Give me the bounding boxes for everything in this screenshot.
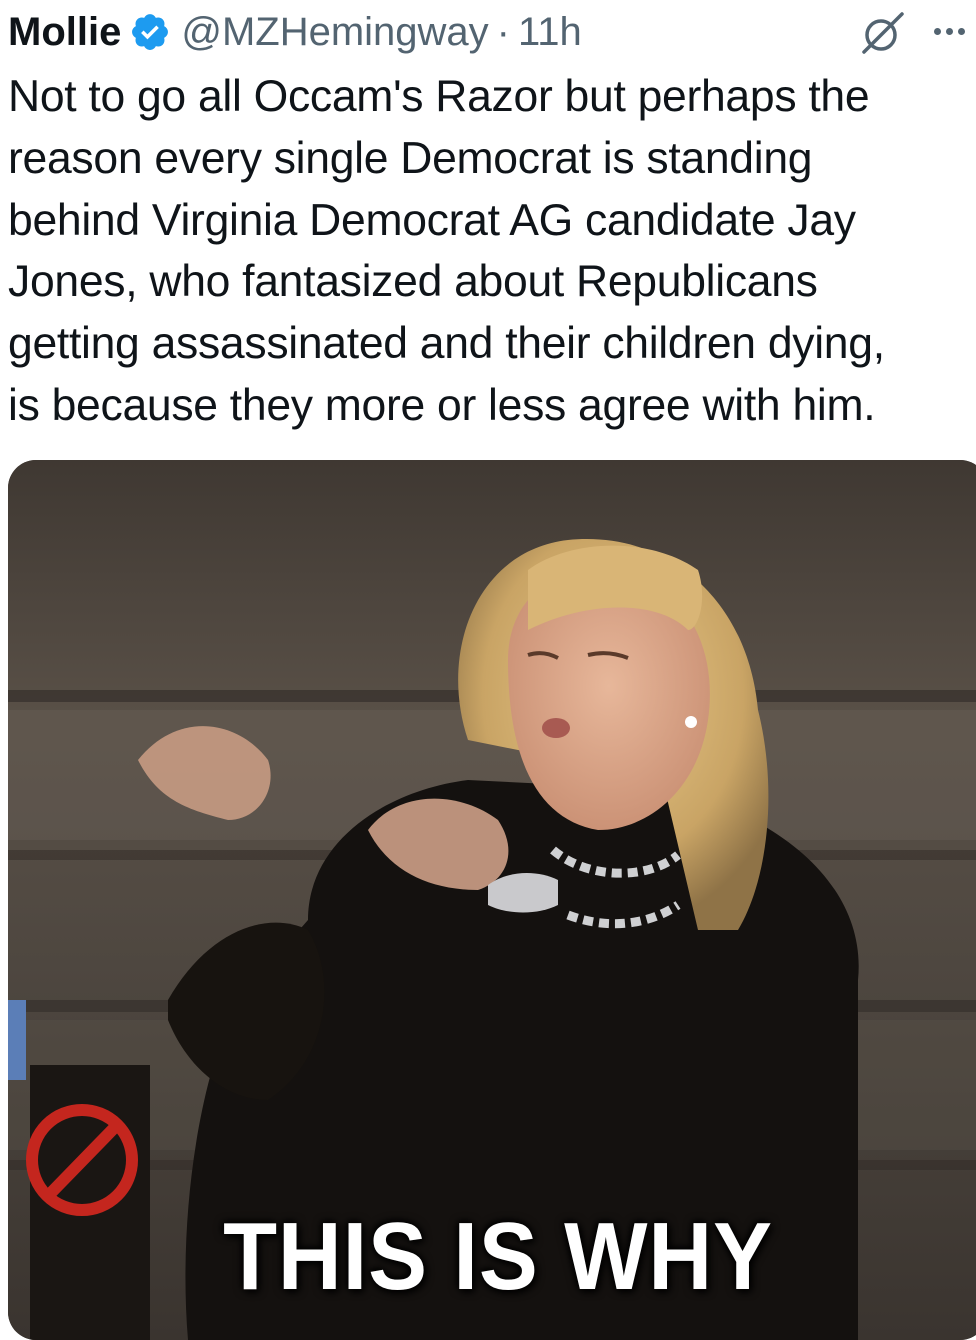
tweet-text-line: reason every single Democrat is standing <box>8 133 813 183</box>
tweet-header: Mollie @MZHemingway · 11h <box>8 4 976 60</box>
timestamp[interactable]: 11h <box>518 4 582 60</box>
verified-badge-icon[interactable] <box>129 11 171 53</box>
tweet-text-line: behind Virginia Democrat AG candidate Ja… <box>8 195 856 245</box>
more-dot <box>958 28 965 35</box>
tweet-text-line: is because they more or less agree with … <box>8 380 876 430</box>
display-name[interactable]: Mollie <box>8 4 121 60</box>
tweet-media-gif[interactable]: THIS IS WHY <box>8 460 976 1340</box>
tweet-text-line: Not to go all Occam's Razor but perhaps … <box>8 72 870 121</box>
more-options-icon[interactable] <box>934 28 965 35</box>
more-dot <box>946 28 953 35</box>
tweet-text: Not to go all Occam's Razor but perhaps … <box>8 66 974 437</box>
separator-dot: · <box>496 10 510 54</box>
more-dot <box>934 28 941 35</box>
gif-caption: THIS IS WHY <box>223 1203 773 1310</box>
grok-icon[interactable] <box>860 10 906 56</box>
tweet-text-line: Jones, who fantasized about Republicans <box>8 257 818 307</box>
tweet-text-line: getting assassinated and their children … <box>8 319 885 369</box>
user-handle[interactable]: @MZHemingway <box>181 4 488 60</box>
